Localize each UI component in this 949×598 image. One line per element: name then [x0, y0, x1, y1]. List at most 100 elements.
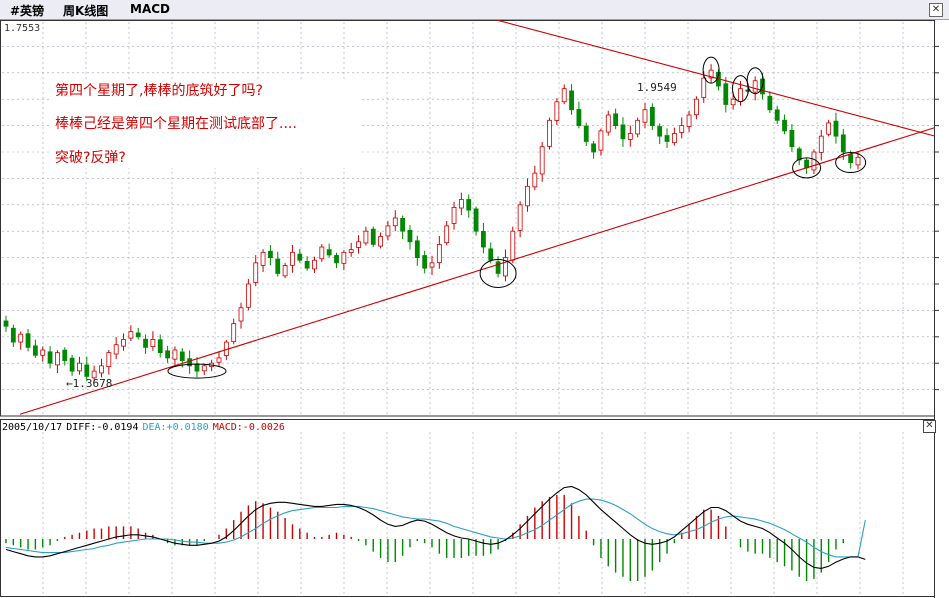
indicator-close-icon[interactable]: ✕ [923, 420, 936, 433]
candle-body [517, 204, 523, 231]
candle-body [407, 229, 413, 243]
candle-body [818, 135, 824, 153]
annotation-line-2: 棒棒己经是第四个星期在测试底部了.... [55, 116, 297, 132]
candle-body [319, 246, 325, 260]
candle-body [135, 332, 141, 338]
candle-body [77, 362, 82, 372]
dea-readout: DEA:+0.0180 [142, 422, 209, 433]
annotation-line-1: 第四个星期了,棒棒的底筑好了吗? [55, 83, 263, 99]
candle-body [84, 364, 90, 377]
indicator-readout: 2005/10/17 DIFF:-0.0194 DEA:+0.0180 MACD:-0… [2, 422, 289, 433]
support-trendline [19, 127, 935, 415]
candle-body [649, 106, 655, 126]
candle-body [253, 262, 259, 283]
candle-body [679, 125, 685, 133]
candle-body [525, 185, 530, 207]
candle-body [671, 133, 677, 144]
candle-body [422, 255, 428, 269]
candle-body [414, 240, 420, 259]
candle-body [466, 199, 472, 211]
candle-body [429, 262, 435, 268]
price-axis [934, 20, 939, 598]
candle-body [297, 253, 303, 261]
high-price-label: 1.9549 [637, 81, 677, 94]
candle-body [10, 327, 16, 343]
candle-body [304, 261, 310, 269]
macd-histogram [5, 494, 845, 581]
candle-body [62, 349, 68, 361]
candle-body [194, 363, 200, 372]
candle-body [69, 357, 75, 372]
low-price-label: ←1.3678 [66, 377, 113, 390]
candle-body [627, 133, 633, 140]
candle-body [635, 119, 641, 135]
candle-body [113, 344, 119, 355]
candle-body [613, 113, 619, 126]
candle-body [444, 225, 450, 244]
macd-readout: MACD:-0.0026 [212, 422, 285, 433]
candle-body [855, 156, 861, 166]
candle-body [591, 143, 596, 153]
candle-body [40, 349, 46, 356]
dea-line [5, 498, 866, 558]
candle-body [282, 265, 288, 277]
candle-body [664, 135, 670, 142]
candle-body [488, 248, 494, 261]
period-label[interactable]: 周K线图 [63, 2, 108, 19]
candle-body [245, 283, 251, 308]
close-icon[interactable]: ✕ [929, 3, 943, 17]
candle-body [848, 154, 854, 163]
candle-body [738, 88, 743, 102]
candle-body [723, 83, 729, 105]
resistance-trendline [496, 20, 935, 137]
candle-body [473, 208, 479, 232]
symbol-label[interactable]: #英镑 [10, 2, 44, 19]
candle-body [334, 255, 339, 264]
candle-body [840, 134, 846, 153]
candle-body [363, 230, 369, 244]
candle-body [400, 218, 406, 232]
candle-body [701, 77, 707, 98]
candle-body [143, 338, 148, 348]
candle-body [554, 101, 560, 121]
candle-body [576, 109, 582, 127]
candle-body [106, 352, 112, 368]
candle-body [686, 114, 692, 127]
candle-body [370, 228, 376, 245]
candle-body [811, 151, 817, 171]
candle-body [539, 146, 545, 175]
candle-body [392, 217, 398, 227]
candle-body [620, 124, 626, 140]
candle-body [826, 122, 832, 135]
candle-body [657, 126, 663, 137]
candle-body [201, 365, 207, 372]
candle-body [238, 307, 244, 322]
macd-lines [5, 485, 866, 569]
candle-body [260, 251, 266, 266]
candle-body [385, 225, 391, 237]
candle-body [583, 125, 589, 142]
candle-body [312, 259, 317, 270]
indicator-date: 2005/10/17 [2, 422, 63, 433]
candle-body [730, 98, 736, 106]
candle-body [833, 120, 839, 137]
candle-body [356, 241, 361, 248]
candle-body [18, 333, 24, 343]
candle-body [172, 349, 178, 360]
candle-body [458, 199, 464, 209]
title-bar: #英镑 周K线图 MACD ✕ [0, 0, 949, 20]
candle-body [128, 331, 134, 339]
candle-body [3, 320, 9, 327]
candle-body [231, 323, 237, 343]
candle-body [547, 119, 552, 147]
candle-body [569, 90, 574, 111]
candle-body [55, 352, 60, 366]
candle-body [694, 98, 699, 116]
indicator-label[interactable]: MACD [130, 2, 170, 16]
candle-body [804, 159, 809, 169]
candle-body [451, 207, 457, 224]
candle-body [532, 172, 538, 188]
candle-body [767, 95, 773, 111]
candle-body [290, 251, 295, 266]
candle-body [47, 351, 53, 364]
